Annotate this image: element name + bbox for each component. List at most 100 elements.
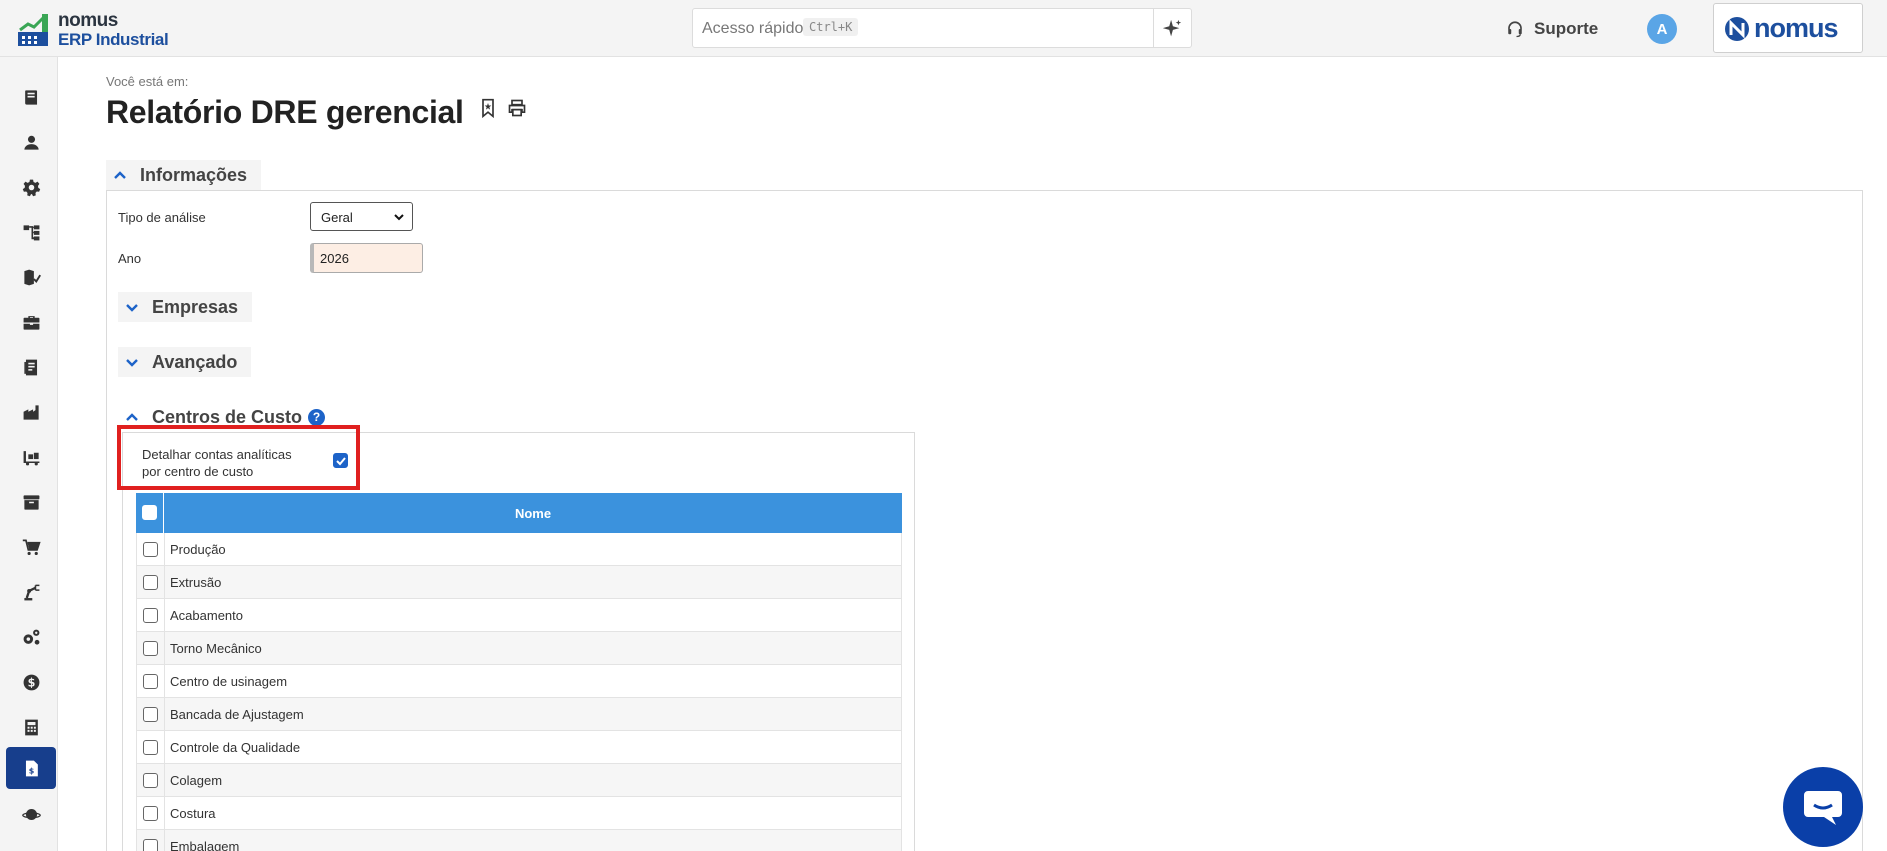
- table-row[interactable]: Acabamento: [136, 599, 902, 632]
- sidebar-item-10[interactable]: [6, 481, 56, 523]
- help-icon[interactable]: ?: [308, 408, 326, 426]
- support-label: Suporte: [1534, 19, 1599, 38]
- row-checkbox-cell: [137, 764, 165, 796]
- select-all-checkbox[interactable]: [142, 505, 157, 520]
- row-name: Embalagem: [170, 839, 240, 851]
- gear-icon: [22, 179, 40, 196]
- table-row[interactable]: Controle da Qualidade: [136, 731, 902, 764]
- map-check-icon: [23, 269, 41, 285]
- row-checkbox[interactable]: [143, 608, 158, 623]
- select-all-cell: [136, 493, 164, 533]
- sidebar-item-17[interactable]: [6, 793, 56, 835]
- ano-label: Ano: [118, 251, 142, 266]
- table-row[interactable]: Colagem: [136, 764, 902, 797]
- chevron-down-icon: [126, 359, 138, 367]
- top-header: nomus ERP Industrial Acesso rápido Ctrl+…: [0, 0, 1887, 57]
- sidebar-item-14[interactable]: $: [6, 661, 56, 703]
- row-name: Produção: [170, 542, 226, 557]
- ano-input[interactable]: 2026: [310, 243, 423, 273]
- chat-button[interactable]: [1783, 767, 1863, 847]
- chevron-up-icon: [126, 413, 138, 421]
- svg-text:$: $: [28, 766, 34, 775]
- table-row[interactable]: Produção: [136, 533, 902, 566]
- user-avatar[interactable]: A: [1647, 14, 1677, 44]
- row-name: Costura: [170, 806, 216, 821]
- sidebar-item-8[interactable]: [6, 391, 56, 433]
- quick-access-label: Acesso rápido: [702, 20, 804, 37]
- sidebar-item-12[interactable]: [6, 571, 56, 613]
- table-row[interactable]: Torno Mecânico: [136, 632, 902, 665]
- dollar-icon: $: [23, 674, 39, 690]
- section-empresas-label: Empresas: [152, 296, 239, 317]
- row-checkbox[interactable]: [143, 740, 158, 755]
- tipo-analise-select[interactable]: Geral: [310, 202, 413, 231]
- row-checkbox[interactable]: [143, 707, 158, 722]
- row-checkbox[interactable]: [143, 773, 158, 788]
- print-icon[interactable]: [507, 98, 527, 118]
- sidebar-item-9[interactable]: [6, 436, 56, 478]
- table-row[interactable]: Costura: [136, 797, 902, 830]
- chevron-down-icon: [394, 214, 404, 221]
- row-checkbox[interactable]: [143, 575, 158, 590]
- ano-value: 2026: [320, 251, 349, 266]
- archive-icon: [23, 494, 39, 510]
- sidebar-item-13[interactable]: [6, 616, 56, 658]
- sidebar-item-6[interactable]: [6, 301, 56, 343]
- company-logo[interactable]: nomus: [1713, 3, 1863, 53]
- chevron-down-icon: [126, 304, 138, 312]
- sidebar-item-5[interactable]: [6, 256, 56, 298]
- tipo-analise-value: Geral: [321, 210, 353, 225]
- calculator-icon: [24, 719, 38, 735]
- sidebar-item-15[interactable]: [6, 706, 56, 748]
- row-name: Torno Mecânico: [170, 641, 262, 656]
- chevron-up-icon: [114, 171, 126, 179]
- document-icon: [23, 359, 37, 375]
- sidebar-item-11[interactable]: [6, 526, 56, 568]
- support-button[interactable]: Suporte: [1506, 18, 1598, 40]
- row-name: Colagem: [170, 773, 223, 788]
- section-avancado-label: Avançado: [152, 351, 238, 372]
- row-checkbox-cell: [137, 632, 165, 664]
- brand-logo[interactable]: nomus ERP Industrial: [18, 10, 169, 49]
- sidebar-item-4[interactable]: [6, 211, 56, 253]
- factory-icon: [23, 404, 39, 420]
- briefcase-icon: [23, 315, 39, 330]
- row-checkbox[interactable]: [143, 542, 158, 557]
- table-row[interactable]: Bancada de Ajustagem: [136, 698, 902, 731]
- headset-icon: [1508, 21, 1522, 38]
- quick-access-search[interactable]: Acesso rápido Ctrl+K: [692, 8, 1192, 48]
- row-checkbox-cell: [137, 698, 165, 730]
- row-checkbox-cell: [137, 797, 165, 829]
- planet-icon: [21, 808, 41, 820]
- sidebar-nav: $ $: [0, 57, 58, 851]
- section-informacoes[interactable]: Informações: [106, 160, 262, 190]
- row-checkbox-cell: [137, 731, 165, 763]
- sidebar-item-1[interactable]: [6, 76, 56, 118]
- row-checkbox-cell: [137, 533, 165, 565]
- section-avancado[interactable]: Avançado: [118, 347, 252, 377]
- row-checkbox-cell: [137, 566, 165, 598]
- row-checkbox[interactable]: [143, 839, 158, 851]
- row-checkbox[interactable]: [143, 641, 158, 656]
- column-header-nome[interactable]: Nome: [164, 493, 902, 533]
- row-name: Centro de usinagem: [170, 674, 288, 689]
- section-empresas[interactable]: Empresas: [118, 292, 253, 322]
- breadcrumb: Você está em:: [106, 74, 189, 89]
- table-row[interactable]: Extrusão: [136, 566, 902, 599]
- row-name: Bancada de Ajustagem: [170, 707, 304, 722]
- ai-sparkle-icon[interactable]: [1161, 18, 1183, 40]
- forklift-icon: [23, 450, 39, 465]
- sidebar-item-7[interactable]: [6, 346, 56, 388]
- sidebar-item-3[interactable]: [6, 166, 56, 208]
- table-row[interactable]: Embalagem: [136, 830, 902, 851]
- user-icon: [23, 135, 39, 150]
- bookmark-icon[interactable]: [478, 98, 498, 118]
- row-checkbox[interactable]: [143, 806, 158, 821]
- row-checkbox[interactable]: [143, 674, 158, 689]
- sidebar-item-16[interactable]: $: [6, 747, 56, 789]
- row-name: Controle da Qualidade: [170, 740, 301, 755]
- invoice-icon: $: [25, 760, 38, 776]
- sidebar-item-2[interactable]: [6, 121, 56, 163]
- row-name: Extrusão: [170, 575, 222, 590]
- table-row[interactable]: Centro de usinagem: [136, 665, 902, 698]
